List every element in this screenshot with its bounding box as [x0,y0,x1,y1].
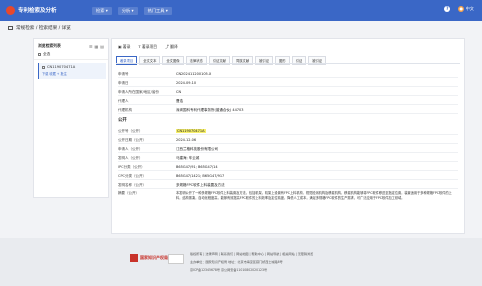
brand-title: 专利检索及分析 [18,8,57,14]
favorite-link[interactable]: 收藏 [49,72,55,76]
divider [34,59,108,60]
field-label: 申请人（公开） [118,147,143,151]
field-label: 申请日 [118,81,129,85]
breadcrumb: 常规检索 / 检索结果 / 详览 [8,25,474,36]
field-value: 深圳国科专利代理事务所(普通合伙) 44703 [176,108,244,112]
translate-button[interactable]: ⤴ 翻译 [165,44,178,50]
field-label: CPC分类（公开） [118,174,146,178]
abstract-text: 本发明公开了一种多规格FPC软件上料装置及方法，包括机架，机架上设置有FPC上料… [176,191,452,200]
list-item[interactable]: CN119070471A 下载 收藏 + 批注 [38,63,106,79]
field-value: 多规格FPC软件上料装置及方法 [176,183,225,187]
field-row: 代理机构 深圳国科专利代理事务所(普通合伙) 44703 [118,106,458,114]
field-row: 申请人（公开） 江西兰格科技股份有限公司 [118,145,458,153]
select-all[interactable]: 全选 [38,52,50,57]
footer-logo-text: 国家知识产权局 [140,255,168,260]
bibliography-button[interactable]: ▣ 著录 [118,44,130,50]
nav-search[interactable]: 检索 ▾ [92,7,112,15]
breadcrumb-text: 常规检索 / 检索结果 / 详览 [16,26,71,31]
field-value: CN202411200105.X [176,72,212,76]
field-label: 公开日期（公开） [118,138,146,142]
brand-logo-icon [6,6,15,15]
field-value: 2024.09.10 [176,81,197,85]
footer: 国家知识产权局 版权所有 | 法律声明 | 联系我们 | 网站地图 | 帮助中心… [0,238,482,286]
field-value: 2024.12.06 [176,138,197,142]
field-label: 发明人（公开） [118,156,143,160]
field-label: IPC分类（公开） [118,165,145,169]
avatar-icon: ● [458,6,465,12]
language-label: 中文 [465,6,474,11]
field-row: 公开号（公开） CN119070471A [118,127,458,135]
top-right-actions: ? ● 中文 [444,6,474,12]
field-label: 代理机构 [118,108,132,112]
field-row: 公开日期（公开） 2024.12.06 [118,136,458,144]
field-row: 申请人所在国家/地区/省份 CN [118,88,458,96]
field-value: B65G47/1421; B65G47/917 [176,174,225,178]
field-row: CPC分类（公开） B65G47/1421; B65G47/917 [118,172,458,180]
field-value: B65G47/91; B65G47/14 [176,165,218,169]
field-row: 代理人 曹浩 [118,97,458,105]
help-icon[interactable]: ? [444,6,451,12]
bibliography-items-button[interactable]: T 著录项目 [138,44,157,50]
export-icon[interactable]: ▤ [100,44,104,49]
footer-address: 主办单位：国家知识产权局 地址：北京市海淀区蓟门桥西土城路6号 [190,260,283,264]
detail-toolbar: ▣ 著录 T 著录项目 ⤴ 翻译 [118,44,178,50]
top-navigation-bar: 专利检索及分析 检索 ▾ 分析 ▾ 热门工具 ▾ ? ● 中文 [0,0,482,21]
item-checkbox[interactable] [42,65,45,69]
top-nav: 检索 ▾ 分析 ▾ 热门工具 ▾ [92,7,172,15]
cnipa-logo-icon [130,254,138,262]
item-number: CN119070471A [47,65,76,69]
publication-number-highlighted: CN119070471A [176,129,206,133]
field-value: CN [176,90,182,94]
user-menu[interactable]: ● 中文 [458,6,474,12]
result-list-tools: ☰ ▦ ▤ [89,44,104,49]
field-label: 申请人所在国家/地区/省份 [118,90,159,94]
field-label: 公开号（公开） [118,129,143,133]
nav-analysis[interactable]: 分析 ▾ [117,7,138,15]
annotate-link[interactable]: + 批注 [57,72,67,76]
field-label: 代理人 [118,99,129,103]
field-row: IPC分类（公开） B65G47/91; B65G47/14 [118,163,458,171]
search-home-icon [8,25,13,30]
select-all-label: 全选 [43,52,51,56]
download-link[interactable]: 下载 [42,72,48,76]
field-row: 申请号 CN202411200105.X [118,70,458,78]
field-value: 马建海; 车云城 [176,156,200,160]
detail-panel: ▣ 著录 T 著录项目 ⤴ 翻译 著录项目 全文文本 全文图像 法律状态 引证文… [111,38,465,234]
result-list-panel: 浏览检索列表 ☰ ▦ ▤ 全选 CN119070471A 下载 收藏 + 批注 [33,38,109,198]
nav-tools[interactable]: 热门工具 ▾ [143,7,172,15]
list-icon[interactable]: ☰ [89,44,93,49]
footer-links[interactable]: 版权所有 | 法律声明 | 联系我们 | 网站地图 | 帮助中心 | 网站导航 … [190,251,313,256]
field-row: 申请日 2024.09.10 [118,79,458,87]
footer-logo: 国家知识产权局 [130,254,168,262]
result-list-title: 浏览检索列表 [38,43,61,48]
tab-divider [116,63,460,64]
field-row: 发明人（公开） 马建海; 车云城 [118,154,458,162]
select-all-checkbox[interactable] [38,52,41,56]
footer-badge-icon [168,254,184,264]
brand[interactable]: 专利检索及分析 [6,6,57,15]
abstract-label: 摘要（公开） [118,191,139,195]
grid-icon[interactable]: ▦ [94,44,98,49]
field-label: 发明名称（公开） [118,183,146,187]
footer-license: 京ICP备12345678号 京公网安备11010802020123号 [190,268,268,272]
field-value: 江西兰格科技股份有限公司 [176,147,218,151]
field-value: 曹浩 [176,99,183,103]
field-row: 发明名称（公开） 多规格FPC软件上料装置及方法 [118,181,458,189]
field-label: 申请号 [118,72,129,76]
publication-section-title: 公开 [118,118,127,123]
